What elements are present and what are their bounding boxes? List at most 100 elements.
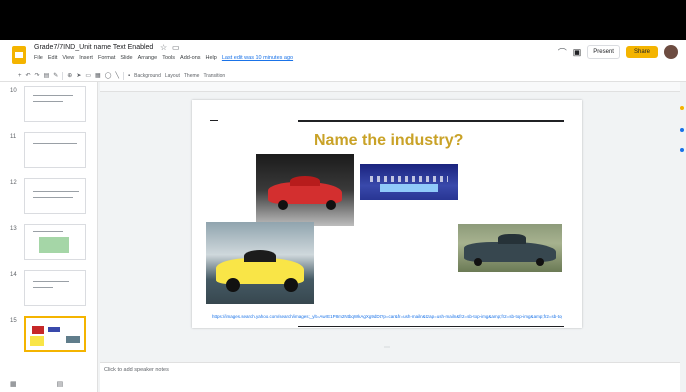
print-icon[interactable]: ▤ (44, 72, 50, 79)
menu-addons[interactable]: Add-ons (180, 55, 201, 61)
thumb-image (32, 326, 44, 334)
thumb-line (33, 197, 73, 198)
wheel (284, 278, 298, 292)
zoom-icon[interactable]: ⊕ (67, 72, 72, 79)
slide-top-line (298, 120, 564, 122)
tasks-icon[interactable] (680, 128, 684, 132)
menu-insert[interactable]: Insert (79, 55, 93, 61)
thumb-image (30, 336, 44, 346)
redo-icon[interactable]: ↷ (35, 72, 40, 79)
menu-arrange[interactable]: Arrange (138, 55, 158, 61)
avatar[interactable] (664, 45, 678, 59)
background-button[interactable]: Background (134, 73, 161, 79)
filmstrip-slide[interactable]: 15 (0, 316, 98, 356)
horizontal-ruler (100, 82, 680, 92)
menu-edit[interactable]: Edit (48, 55, 57, 61)
filmstrip-controls: ▦ ▤ (10, 380, 63, 388)
menu-bar: File Edit View Insert Format Slide Arran… (34, 55, 293, 61)
slide-canvas[interactable]: Name the industry? https://images.search… (192, 100, 582, 328)
filmstrip: 10 11 12 13 14 15 ▦ ▤ (0, 82, 98, 392)
new-slide-icon[interactable]: + (18, 73, 22, 79)
wheel (278, 200, 288, 210)
present-button[interactable]: Present (587, 45, 620, 59)
comment-add-icon[interactable]: ▪ (128, 73, 130, 79)
thumb-line (33, 101, 63, 102)
thumb-line (33, 143, 77, 144)
slide-number: 14 (10, 272, 17, 278)
menu-slide[interactable]: Slide (120, 55, 132, 61)
filmstrip-slide[interactable]: 12 (0, 178, 98, 218)
wheel (474, 258, 482, 266)
filmstrip-slide[interactable]: 13 (0, 224, 98, 264)
theme-button[interactable]: Theme (184, 73, 200, 79)
menu-file[interactable]: File (34, 55, 43, 61)
red-sports-car-image[interactable] (256, 154, 354, 226)
slide-number: 12 (10, 180, 17, 186)
textbox-icon[interactable]: ▭ (85, 72, 91, 79)
activity-icon[interactable]: ⌒ (558, 46, 567, 59)
layout-button[interactable]: Layout (165, 73, 180, 79)
document-title[interactable]: Grade7/7IND_Unit name Text Enabled (34, 44, 153, 51)
classic-car-image[interactable] (458, 224, 562, 272)
side-panel (678, 82, 686, 162)
calendar-icon[interactable] (680, 148, 684, 152)
slide-number: 13 (10, 226, 17, 232)
notes-resize-handle[interactable]: ⋯ (384, 344, 390, 351)
menu-tools[interactable]: Tools (162, 55, 175, 61)
folder-icon[interactable]: ▭ (172, 43, 180, 52)
shape-icon[interactable]: ◯ (105, 72, 112, 79)
slide-dash (210, 120, 218, 121)
filmstrip-slide[interactable]: 14 (0, 270, 98, 310)
speaker-notes-placeholder: Click to add speaker notes (104, 367, 169, 373)
yellow-supercar-image[interactable] (206, 222, 314, 304)
source-link[interactable]: https://images.search.yahoo.com/search/i… (212, 314, 562, 319)
slide-thumbnail[interactable] (24, 224, 86, 260)
slide-thumbnail[interactable] (24, 132, 86, 168)
thumb-line (33, 281, 69, 282)
wheel (326, 200, 336, 210)
transition-button[interactable]: Transition (203, 73, 225, 79)
thumb-line (33, 191, 79, 192)
thumb-line (33, 95, 73, 96)
menu-view[interactable]: View (62, 55, 74, 61)
slide-title[interactable]: Name the industry? (314, 132, 463, 150)
menu-format[interactable]: Format (98, 55, 115, 61)
comment-icon[interactable]: ▣ (573, 47, 582, 58)
cursor-icon[interactable]: ➤ (76, 72, 81, 79)
slide-thumbnail[interactable] (24, 178, 86, 214)
filmstrip-slide[interactable]: 10 (0, 86, 98, 126)
thumb-line (33, 287, 53, 288)
slide-number: 15 (10, 318, 17, 324)
speaker-notes[interactable]: Click to add speaker notes (100, 362, 680, 392)
toolbar-divider (123, 71, 125, 80)
keep-icon[interactable] (680, 106, 684, 110)
slide-thumbnail-selected[interactable] (24, 316, 86, 352)
slides-app: Grade7/7IND_Unit name Text Enabled ☆ ▭ F… (0, 40, 686, 392)
line-icon[interactable]: ╲ (115, 72, 119, 79)
slides-logo[interactable] (12, 46, 26, 64)
menu-help[interactable]: Help (206, 55, 217, 61)
filmstrip-view-icon[interactable]: ▤ (57, 380, 64, 388)
undo-icon[interactable]: ↶ (26, 72, 31, 79)
wheel (536, 258, 544, 266)
grid-view-icon[interactable]: ▦ (10, 380, 17, 388)
slide-thumbnail[interactable] (24, 86, 86, 122)
paint-format-icon[interactable]: ✎ (53, 72, 58, 79)
slide-canvas-area: Name the industry? https://images.search… (100, 92, 680, 362)
thumb-image (48, 327, 60, 332)
wheel (226, 278, 240, 292)
last-edit-link[interactable]: Last edit was 10 minutes ago (222, 55, 293, 61)
image-icon[interactable]: ▦ (95, 72, 101, 79)
auto-show-image[interactable] (360, 164, 458, 200)
thumb-line (33, 231, 63, 232)
share-button[interactable]: Share (625, 46, 658, 58)
slide-number: 10 (10, 88, 17, 94)
header-actions: ⌒ ▣ Present Share (558, 45, 678, 59)
slide-bottom-line (298, 326, 564, 327)
slide-thumbnail[interactable] (24, 270, 86, 306)
crowd (370, 176, 448, 182)
star-icon[interactable]: ☆ (160, 43, 167, 52)
filmstrip-slide[interactable]: 11 (0, 132, 98, 172)
stage (380, 184, 438, 192)
browser-black-bar (0, 0, 686, 40)
